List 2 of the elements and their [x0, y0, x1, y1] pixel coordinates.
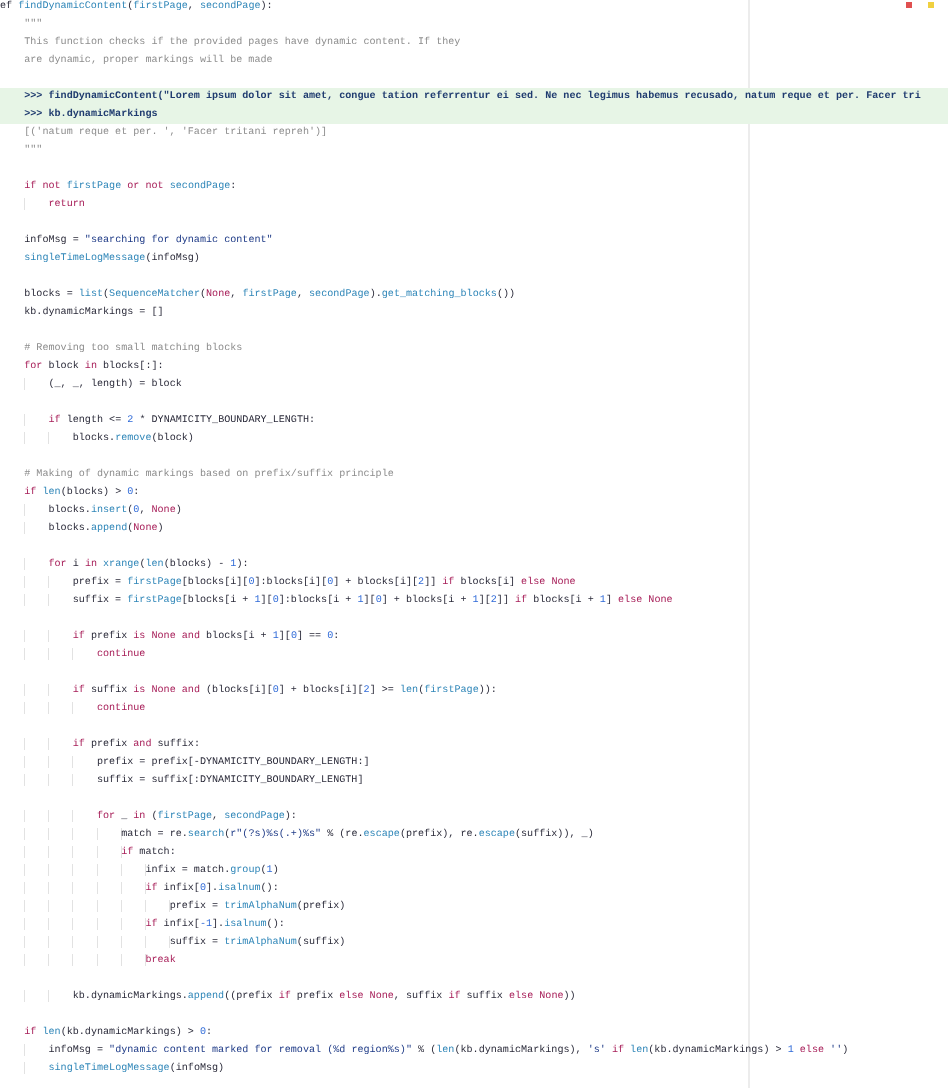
warning-mark-icon [928, 2, 934, 8]
error-mark-icon [906, 2, 912, 8]
